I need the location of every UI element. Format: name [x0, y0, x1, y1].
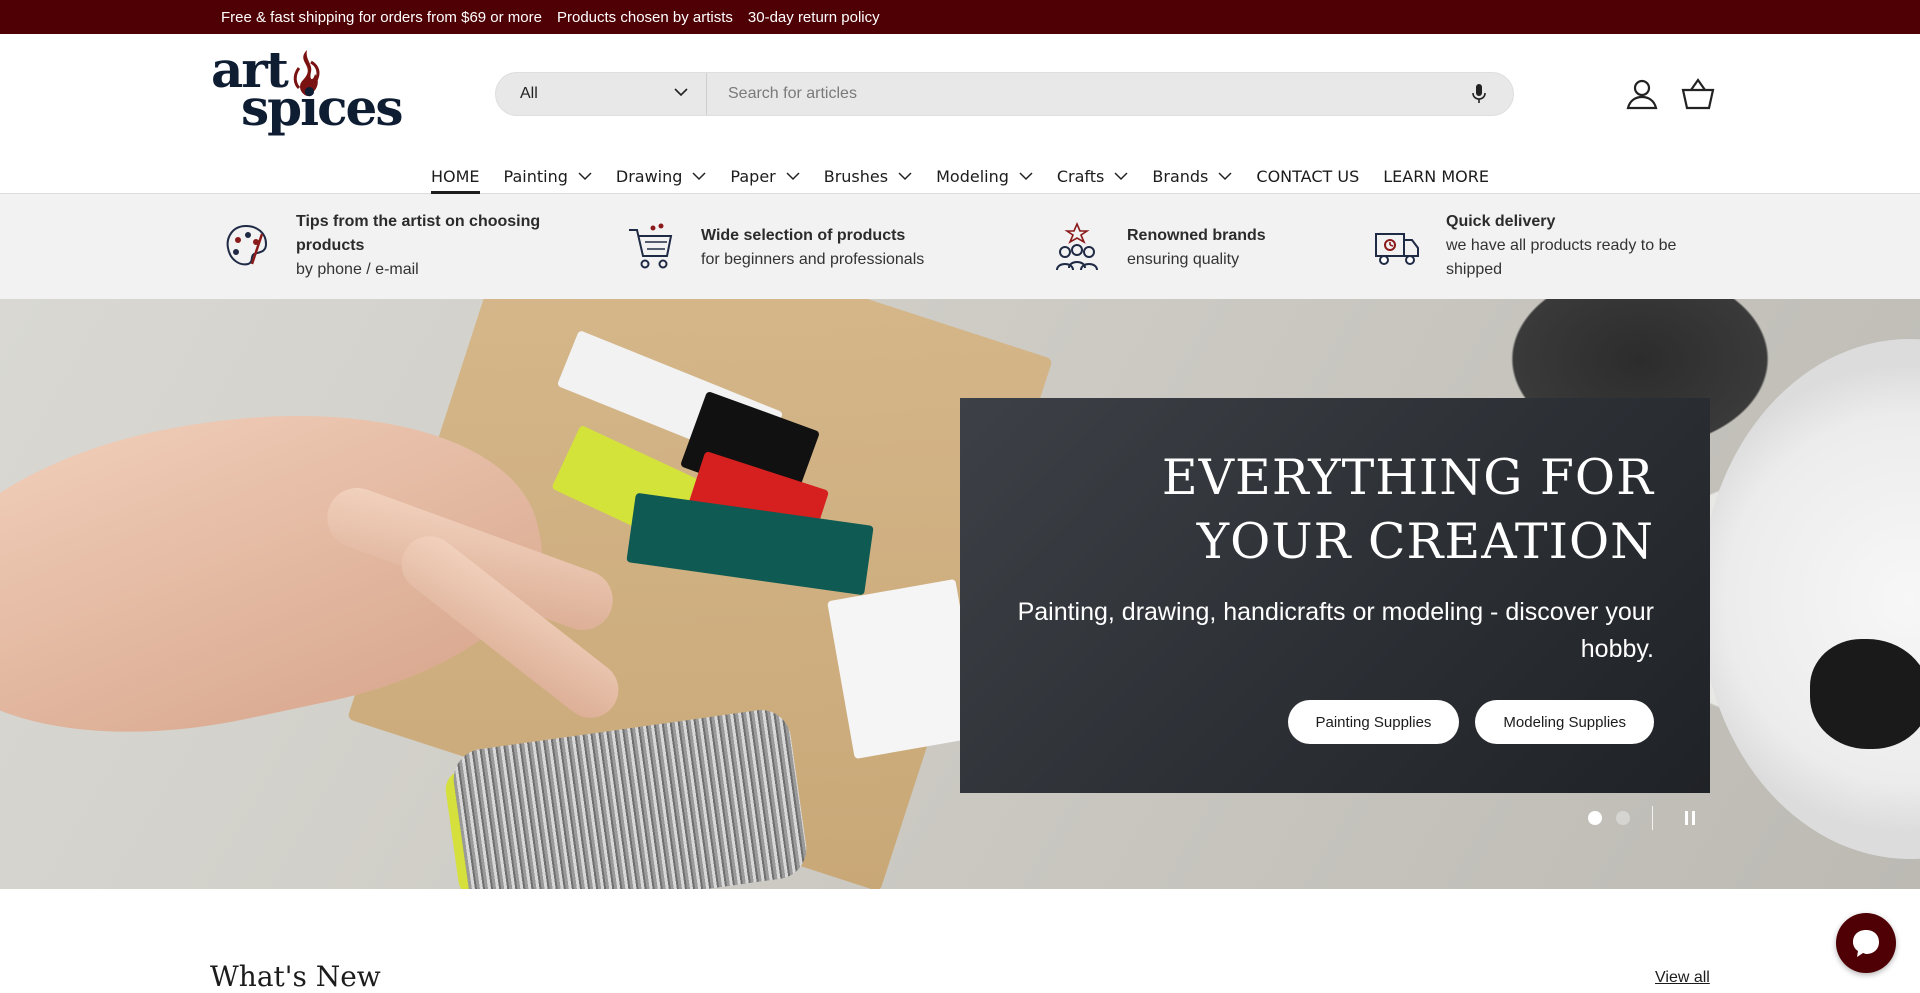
logo-text-spices: spices — [241, 78, 404, 137]
slide-dot[interactable] — [1588, 811, 1602, 825]
view-all-link[interactable]: View all — [1655, 969, 1710, 987]
nav-label: Brushes — [823, 166, 889, 186]
search-input[interactable] — [708, 73, 1448, 115]
feature-title: Wide selection of products — [701, 227, 906, 244]
nav-item-modeling[interactable]: Modeling — [924, 158, 1045, 194]
search-category-select[interactable]: All — [496, 73, 707, 115]
section-title: What's New — [210, 960, 381, 993]
hero-image-paint — [1810, 639, 1920, 749]
basket-icon[interactable] — [1681, 78, 1715, 110]
announcement-item: Free & fast shipping for orders from $69… — [221, 8, 542, 26]
chat-button[interactable] — [1836, 913, 1896, 973]
feature-title: Tips from the artist on choosing product… — [296, 213, 541, 254]
nav-item-crafts[interactable]: Crafts — [1045, 158, 1141, 194]
nav-item-painting[interactable]: Painting — [492, 158, 604, 194]
nav-item-learn-more[interactable]: LEARN MORE — [1371, 158, 1501, 194]
shopping-cart-icon — [629, 223, 673, 269]
feature-text: for beginners and professionals — [701, 251, 925, 268]
nav-item-drawing[interactable]: Drawing — [604, 158, 719, 194]
delivery-truck-icon — [1375, 233, 1419, 265]
chevron-down-icon — [692, 171, 706, 180]
slide-dot[interactable] — [1616, 811, 1630, 825]
feature-text: we have all products ready to be shipped — [1446, 237, 1677, 278]
nav-label: Crafts — [1056, 166, 1105, 186]
award-people-icon — [1056, 222, 1098, 271]
feature-item: Renowned brands ensuring quality — [1053, 222, 1387, 274]
nav-label: Brands — [1152, 166, 1209, 186]
feature-title: Renowned brands — [1127, 227, 1266, 244]
hero-slideshow: EVERYTHING FOR YOUR CREATION Painting, d… — [0, 299, 1920, 889]
nav-item-paper[interactable]: Paper — [718, 158, 811, 194]
hero-text-panel: EVERYTHING FOR YOUR CREATION Painting, d… — [960, 398, 1710, 793]
account-icon[interactable] — [1626, 78, 1658, 110]
feature-text: by phone / e-mail — [296, 261, 419, 278]
site-header: art spices All HOME Painting Drawing Pap… — [0, 34, 1920, 194]
hero-title: EVERYTHING FOR YOUR CREATION — [1161, 449, 1654, 570]
chat-bubble-icon — [1853, 930, 1879, 957]
pause-icon[interactable] — [1685, 811, 1695, 825]
chevron-down-icon — [1019, 171, 1033, 180]
chevron-down-icon — [898, 171, 912, 180]
chevron-down-icon — [674, 88, 688, 97]
nav-label: HOME — [431, 166, 480, 186]
features-bar: Tips from the artist on choosing product… — [0, 194, 1920, 299]
feature-title: Quick delivery — [1446, 213, 1556, 230]
chevron-down-icon — [578, 171, 592, 180]
hero-subtitle: Painting, drawing, handicrafts or modeli… — [1017, 598, 1654, 663]
chevron-down-icon — [1218, 171, 1232, 180]
controls-divider — [1652, 806, 1653, 830]
nav-label: Drawing — [615, 166, 683, 186]
nav-item-brushes[interactable]: Brushes — [812, 158, 924, 194]
painting-supplies-button[interactable]: Painting Supplies — [1287, 700, 1460, 744]
nav-label: Modeling — [936, 166, 1009, 186]
nav-item-contact-us[interactable]: CONTACT US — [1244, 158, 1371, 194]
modeling-supplies-button[interactable]: Modeling Supplies — [1475, 700, 1654, 744]
hero-image-plate — [1700, 339, 1920, 859]
feature-item: Wide selection of products for beginners… — [627, 222, 961, 274]
search-bar: All — [495, 72, 1514, 116]
search-category-label: All — [520, 85, 538, 102]
nav-label: LEARN MORE — [1383, 166, 1489, 186]
feature-item: Tips from the artist on choosing product… — [222, 210, 556, 282]
nav-label: CONTACT US — [1256, 166, 1360, 186]
logo[interactable]: art spices — [211, 40, 404, 138]
palette-icon — [226, 224, 268, 266]
main-nav: HOME Painting Drawing Paper Brushes Mode… — [0, 158, 1920, 194]
nav-item-brands[interactable]: Brands — [1140, 158, 1244, 194]
slideshow-controls — [1588, 806, 1695, 830]
nav-label: Paper — [730, 166, 776, 186]
nav-item-home[interactable]: HOME — [419, 158, 492, 194]
nav-label: Painting — [503, 166, 568, 186]
announcement-item: Products chosen by artists — [556, 8, 733, 26]
microphone-icon[interactable] — [1471, 83, 1487, 105]
announcement-bar: Free & fast shipping for orders from $69… — [0, 0, 1920, 34]
chevron-down-icon — [1114, 171, 1128, 180]
chevron-down-icon — [786, 171, 800, 180]
feature-item: Quick delivery we have all products read… — [1372, 210, 1706, 282]
announcement-item: 30-day return policy — [747, 8, 880, 26]
feature-text: ensuring quality — [1127, 251, 1240, 268]
